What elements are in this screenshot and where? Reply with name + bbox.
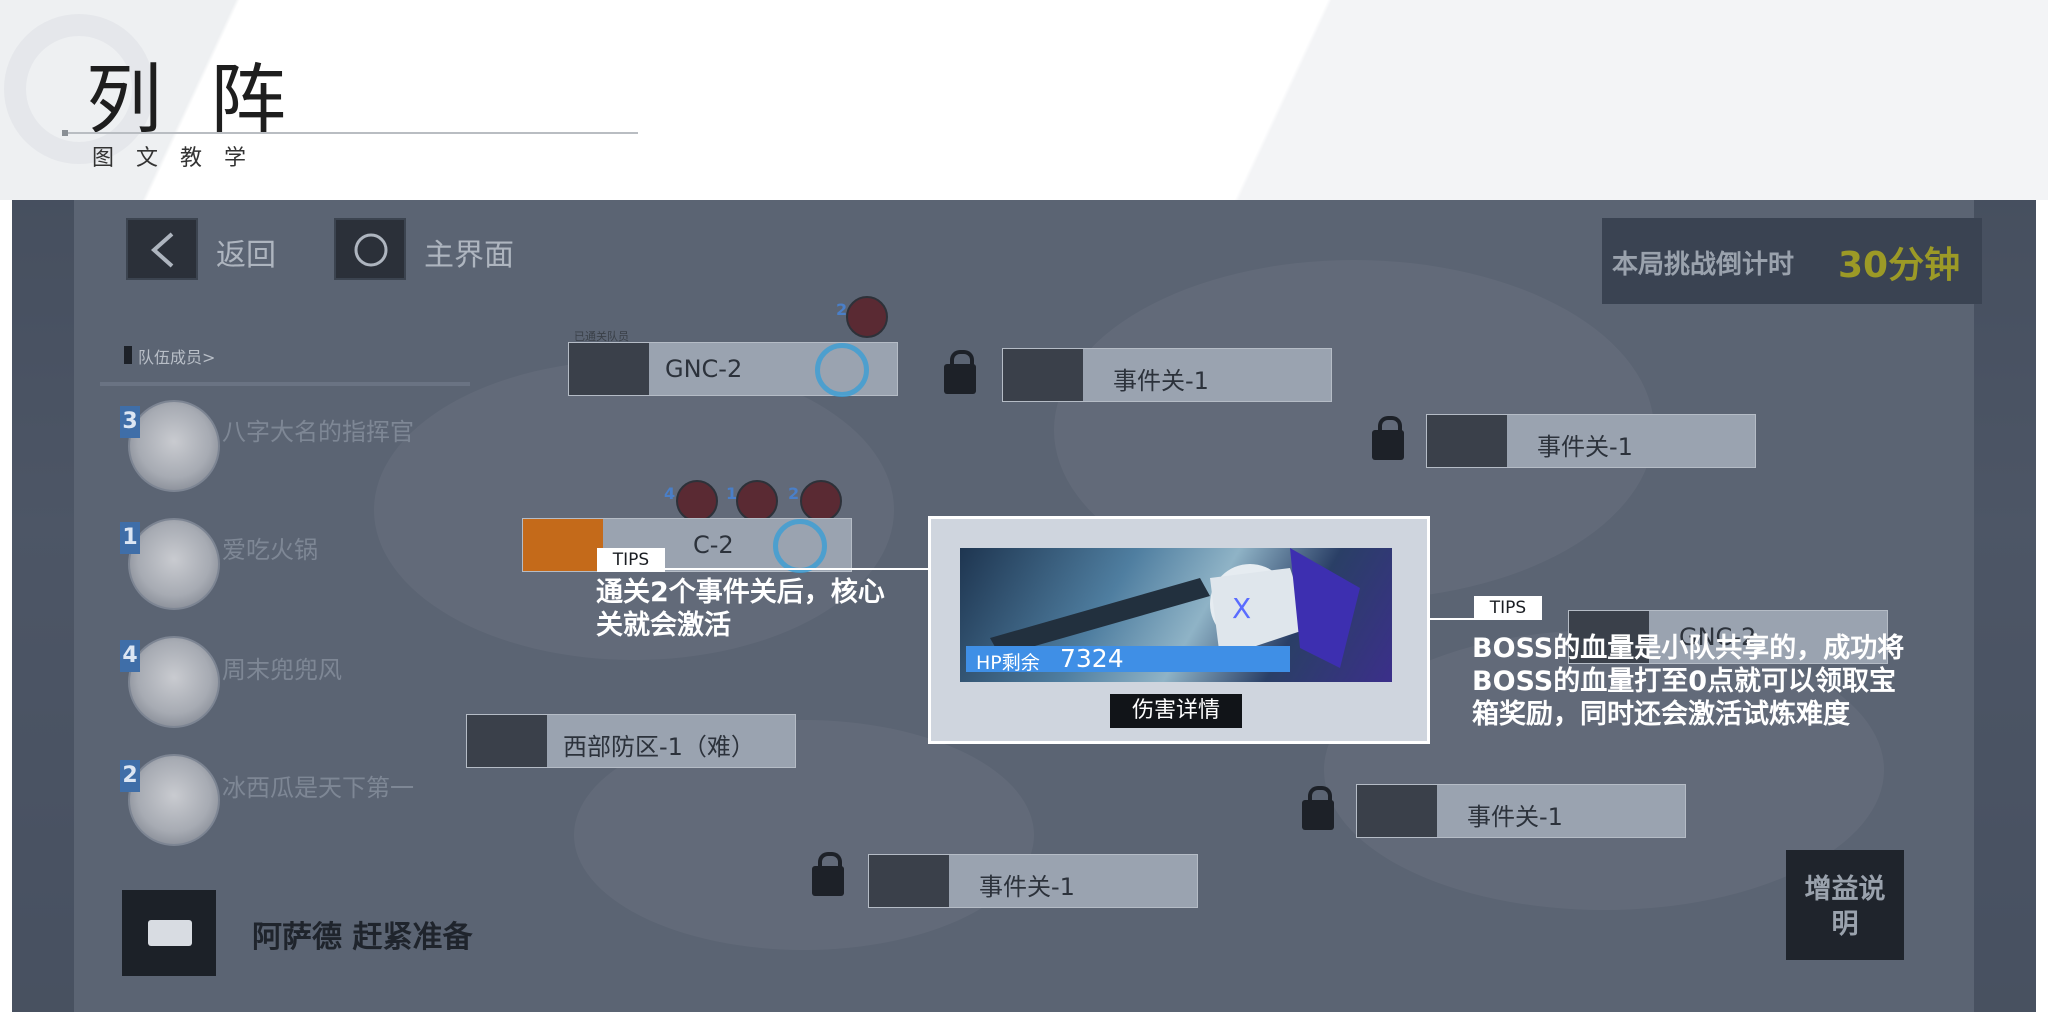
stage-node-event[interactable]: 事件关-1 — [1426, 414, 1756, 468]
chat-bubble-icon — [148, 920, 192, 946]
player-marker-number: 2 — [836, 300, 848, 319]
chat-message: 阿萨德 赶紧准备 — [252, 920, 473, 955]
stage-emblem-icon — [467, 715, 547, 767]
tip-text: 通关2个事件关后，核心关就会激活 — [596, 577, 885, 641]
stage-label: C-2 — [693, 531, 734, 559]
stage-label: 事件关-1 — [1467, 803, 1563, 831]
title-divider — [64, 132, 638, 134]
team-header-marker — [124, 346, 132, 364]
stage-node-west[interactable]: 西部防区-1（难） — [466, 714, 796, 768]
countdown-label: 本局挑战倒计时 — [1612, 250, 1795, 280]
lock-icon — [1372, 416, 1404, 460]
stage-node-event[interactable]: 事件关-1 — [868, 854, 1198, 908]
page-subtitle: 图文教学 — [92, 146, 269, 171]
lock-icon — [812, 852, 844, 896]
stage-emblem-icon — [1003, 349, 1083, 401]
tip-text: BOSS的血量是小队共享的，成功将BOSS的血量打至0点就可以领取宝箱奖励，同时… — [1472, 633, 1905, 730]
player-marker-number: 1 — [726, 484, 738, 503]
avatar[interactable] — [128, 636, 220, 728]
player-marker-number: 2 — [788, 484, 800, 503]
lock-icon — [944, 350, 976, 394]
member-number: 3 — [120, 406, 140, 438]
back-label[interactable]: 返回 — [216, 230, 276, 274]
damage-details-button[interactable]: 伤害详情 — [1110, 694, 1242, 728]
stage-label: 西部防区-1（难） — [563, 733, 755, 761]
avatar[interactable] — [128, 754, 220, 846]
member-name: 冰西瓜是天下第一 — [222, 774, 414, 802]
title-divider-dot — [62, 130, 68, 136]
stage-emblem-icon — [1357, 785, 1437, 837]
player-marker — [736, 480, 778, 522]
team-header[interactable]: 队伍成员> — [138, 344, 215, 368]
stage-label: 事件关-1 — [979, 873, 1075, 901]
chevron-left-icon — [150, 232, 174, 268]
stage-node-event[interactable]: 事件关-1 — [1002, 348, 1332, 402]
countdown-value: 30分钟 — [1838, 245, 1961, 286]
stage-emblem-icon — [523, 519, 603, 571]
stage-emblem-icon — [1427, 415, 1507, 467]
back-button[interactable] — [126, 218, 198, 280]
member-number: 4 — [120, 640, 140, 672]
member-name: 周末兜兜风 — [222, 656, 342, 684]
player-marker — [676, 480, 718, 522]
check-icon — [815, 343, 869, 397]
avatar[interactable] — [128, 518, 220, 610]
member-number: 1 — [120, 522, 140, 554]
check-icon — [773, 519, 827, 573]
stage-label: GNC-2 — [665, 355, 743, 383]
member-number: 2 — [120, 760, 140, 792]
player-marker-number: 4 — [664, 484, 676, 503]
tip-connector-line — [1430, 618, 1474, 620]
stage-label: 事件关-1 — [1537, 433, 1633, 461]
home-button[interactable] — [334, 218, 406, 280]
stage-node-gnc2-mid[interactable]: C-2 — [522, 518, 852, 573]
hp-label: HP剩余 — [976, 652, 1040, 674]
member-name: 爱吃火锅 — [222, 536, 318, 564]
team-header-divider — [100, 382, 470, 386]
stage-label: 事件关-1 — [1113, 367, 1209, 395]
buff-info-label[interactable]: 增益说明 — [1794, 872, 1896, 942]
lock-icon — [1302, 786, 1334, 830]
stage-emblem-icon — [869, 855, 949, 907]
circle-icon — [354, 233, 388, 267]
stage-node-gnc2[interactable]: GNC-2 — [568, 342, 898, 397]
tip-connector-line — [664, 568, 930, 570]
stage-emblem-icon — [569, 343, 649, 395]
svg-text:X: X — [1232, 592, 1251, 625]
player-marker — [800, 480, 842, 522]
player-marker — [846, 296, 888, 338]
hp-value: 7324 — [1060, 644, 1124, 673]
home-label[interactable]: 主界面 — [424, 230, 514, 274]
tip-tag: TIPS — [597, 548, 665, 572]
member-name: 八字大名的指挥官 — [222, 418, 414, 446]
tip-tag: TIPS — [1474, 596, 1542, 620]
stage-node-event[interactable]: 事件关-1 — [1356, 784, 1686, 838]
avatar[interactable] — [128, 400, 220, 492]
